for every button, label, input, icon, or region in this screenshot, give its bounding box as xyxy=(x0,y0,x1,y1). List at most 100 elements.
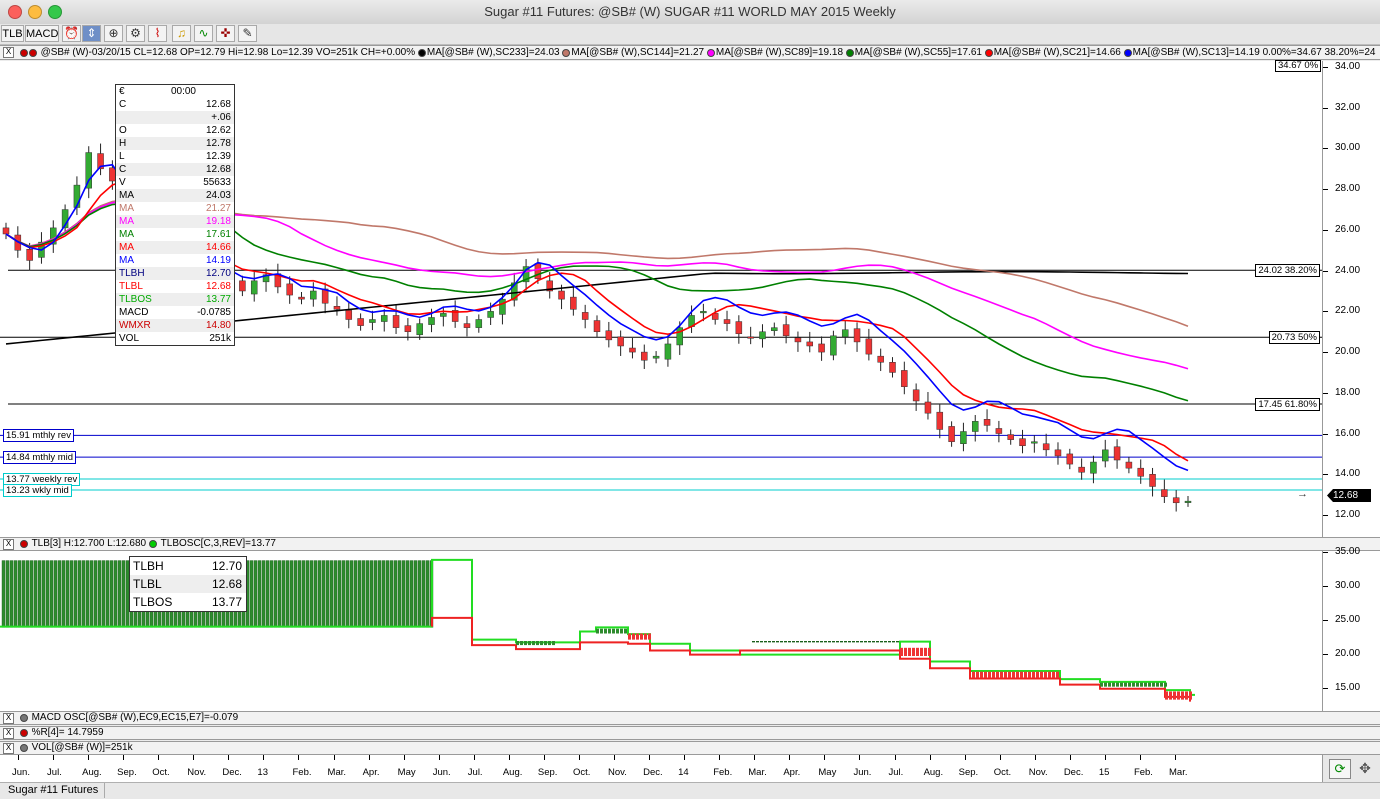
candle-body xyxy=(818,343,825,353)
tlb-bar xyxy=(353,560,358,628)
time-tick-label: Jun. xyxy=(432,767,451,778)
tlb-bar xyxy=(57,560,62,628)
tlbosc-summary: TLBOSC[C,3,REV]=13.77 xyxy=(160,538,276,549)
clock-icon[interactable]: ⏰ xyxy=(62,25,81,42)
tlb-tick-mark xyxy=(1323,688,1328,690)
time-tick-label: 15 xyxy=(1098,767,1110,778)
time-tick-label: Nov. xyxy=(1028,767,1048,778)
price-tick-label: 26.00 xyxy=(1335,223,1361,235)
candle-body xyxy=(1054,449,1062,457)
price-tick-mark xyxy=(1323,229,1328,231)
data-window-row: MA 24.03 xyxy=(116,189,234,202)
data-window-value: -0.0785 xyxy=(197,307,231,318)
tlb-bar xyxy=(1160,682,1163,687)
time-tick-mark xyxy=(1175,755,1176,760)
tlb-tick-label: 15.00 xyxy=(1335,682,1361,694)
tlb-bar xyxy=(868,641,871,643)
candle-body xyxy=(936,411,944,430)
study-label: MA[@SB# (W),SC233]=24.03 xyxy=(426,47,563,58)
macd-study-header[interactable]: X MACD OSC[@SB# (W),EC9,EC15,E7]=-0.079 xyxy=(0,711,1380,725)
study-label: MA[@SB# (W),SC21]=14.66 xyxy=(993,47,1124,58)
tlb-bar xyxy=(864,641,867,643)
tlb-bar xyxy=(644,633,647,640)
tlb-bar xyxy=(121,560,126,628)
tlb-bar xyxy=(297,560,302,628)
tlb-bar xyxy=(1,560,6,628)
tlb-bar xyxy=(301,560,306,628)
study-color-icon xyxy=(417,48,426,57)
time-tick-mark xyxy=(719,755,721,760)
candle-body xyxy=(948,426,955,442)
tlb-bar xyxy=(1152,682,1155,687)
price-tick-mark xyxy=(1323,189,1328,191)
time-tick-mark xyxy=(298,755,300,760)
line-chart-icon[interactable]: ∿ xyxy=(194,25,213,42)
tlb-bar xyxy=(616,628,619,634)
tlb-bar xyxy=(1164,682,1167,687)
time-tick-mark xyxy=(158,755,160,760)
tlb-bar xyxy=(425,560,430,628)
close-pane-button[interactable]: X xyxy=(3,742,14,754)
tlb-bar xyxy=(321,560,326,628)
close-pane-button[interactable]: X xyxy=(3,47,14,59)
time-tick-label: Aug. xyxy=(502,767,523,778)
cursor-icon[interactable]: ⇕ xyxy=(82,25,101,42)
data-window-row: WMXR 14.80 xyxy=(116,319,234,332)
price-tick-label: 12.00 xyxy=(1335,509,1361,520)
price-axis[interactable]: 34.00 32.00 30.00 28.00 26.00 24.00 22.00 20.00… xyxy=(1275,60,1380,537)
gear-icon[interactable]: ⚙ xyxy=(126,25,145,42)
candle-body xyxy=(700,311,707,314)
close-pane-button[interactable]: X xyxy=(3,538,14,550)
tlb-bar xyxy=(273,560,278,628)
candle-body xyxy=(581,312,589,320)
tlb-bar xyxy=(109,560,114,628)
study-color-icon xyxy=(1123,48,1132,57)
tlb-bar xyxy=(309,560,314,628)
candle-body xyxy=(392,315,400,328)
candle-body xyxy=(1113,446,1121,461)
data-window-value: 251k xyxy=(209,333,231,344)
wr-study-header[interactable]: X %R[4]= 14.7959 xyxy=(0,726,1380,740)
study-label: MA[@SB# (W),SC89]=19.18 xyxy=(715,47,846,58)
data-window-row: MA 14.66 xyxy=(116,241,234,254)
chart-tab[interactable]: Sugar #11 Futures xyxy=(2,783,106,798)
tlb-box-key: TLBOS xyxy=(133,595,173,609)
close-pane-button[interactable]: X xyxy=(3,727,14,739)
tlb-bar xyxy=(81,560,86,628)
data-window-key: C xyxy=(119,99,127,110)
macd-button[interactable]: MACD xyxy=(25,25,59,42)
candle-body xyxy=(380,315,388,322)
tlb-button[interactable]: TLB xyxy=(1,25,24,42)
tlb-bar xyxy=(381,560,386,628)
zoom-icon[interactable]: ⊕ xyxy=(104,25,123,42)
tlb-axis[interactable]: 35.00 30.00 25.00 20.00 15.00 xyxy=(1322,546,1380,711)
time-tick-mark xyxy=(929,755,931,760)
data-window-key: V xyxy=(119,177,126,188)
tlb-bar xyxy=(1004,671,1007,678)
data-window-value: 17.61 xyxy=(205,229,231,240)
time-axis[interactable]: Jun. Jul. Aug. Sep. Oct. Nov. Dec. 13 Feb. Mar. Ap… xyxy=(0,755,1322,782)
close-pane-button[interactable]: X xyxy=(3,712,14,724)
tlb-bar xyxy=(792,641,795,643)
tlb-bar xyxy=(1052,671,1055,678)
tlb-bar xyxy=(892,641,895,643)
tlb-box-row: TLBH 12.70 xyxy=(130,557,246,575)
candle-body xyxy=(747,336,754,339)
tlb-bar xyxy=(337,560,342,628)
pin-icon[interactable]: ✜ xyxy=(216,25,235,42)
chart-icon[interactable]: ⌇ xyxy=(148,25,167,42)
data-window[interactable]: € 00:00 C 12.68 +.06 O 12.62 H 12.78 L 12.39 C 12.… xyxy=(115,84,235,346)
volume-study-header[interactable]: X VOL[@SB# (W)]=251k xyxy=(0,741,1380,755)
bell-icon[interactable]: ♫ xyxy=(172,25,191,42)
candle-body xyxy=(286,283,293,296)
tlb-bar xyxy=(628,633,631,640)
move-icon[interactable]: ✥ xyxy=(1355,759,1375,777)
refresh-icon[interactable]: ⟳ xyxy=(1329,759,1351,779)
tlb-bar xyxy=(293,560,298,628)
status-dot-icon xyxy=(19,48,28,57)
tlb-bar xyxy=(305,560,310,628)
text-edit-icon[interactable]: ✎ xyxy=(238,25,257,42)
tlb-bar xyxy=(1116,682,1119,687)
tlb-bar xyxy=(804,641,807,643)
tlb-bar xyxy=(840,641,843,643)
